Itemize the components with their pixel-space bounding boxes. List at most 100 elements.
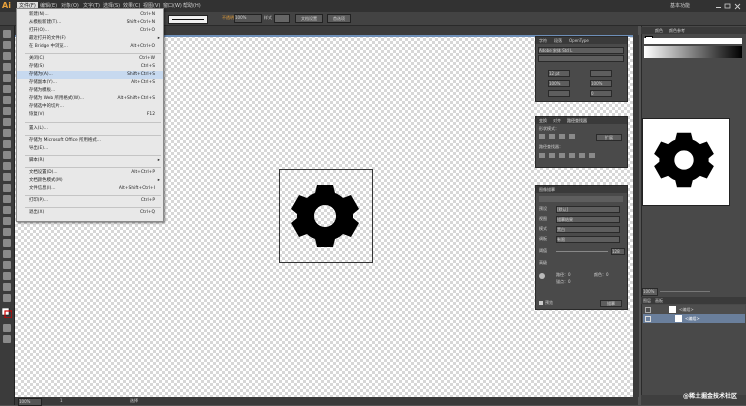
vertical-scrollbar[interactable] bbox=[633, 35, 639, 397]
eye-icon[interactable] bbox=[645, 307, 651, 313]
menu-item-save-template[interactable]: 存储为模板... bbox=[17, 87, 163, 95]
menu-item-document-color-mode[interactable]: 文档颜色模式(M) ▸ bbox=[17, 177, 163, 185]
pencil-tool-icon[interactable] bbox=[3, 129, 11, 137]
lasso-tool-icon[interactable] bbox=[3, 63, 11, 71]
workspace-switcher[interactable]: 基本功能 bbox=[670, 2, 690, 10]
expand-button[interactable]: 扩展 bbox=[596, 134, 622, 141]
horizontal-scale-field[interactable]: 100% bbox=[590, 80, 612, 87]
tab-color[interactable]: 颜色 bbox=[655, 28, 663, 33]
opacity-input[interactable]: 100% bbox=[234, 14, 262, 23]
threshold-field[interactable]: 128 bbox=[611, 248, 625, 255]
screen-mode-icon[interactable] bbox=[3, 335, 11, 343]
draw-mode-icon[interactable] bbox=[3, 324, 11, 332]
view-select[interactable]: 描摹结果 bbox=[556, 216, 620, 223]
paintbrush-tool-icon[interactable] bbox=[3, 118, 11, 126]
eye-icon[interactable] bbox=[645, 316, 651, 322]
scale-tool-icon[interactable] bbox=[3, 162, 11, 170]
menu-item-exit[interactable]: 退出(X) Ctrl+Q bbox=[17, 209, 163, 217]
horizontal-scrollbar[interactable] bbox=[15, 397, 638, 405]
artboard-tool-icon[interactable] bbox=[3, 283, 11, 291]
trim-icon[interactable] bbox=[549, 153, 555, 158]
menu-item-export[interactable]: 导出(E)... bbox=[17, 145, 163, 153]
font-size-field[interactable]: 12 pt bbox=[548, 70, 570, 77]
menu-item-save-as[interactable]: 存储为(A)... Shift+Ctrl+S bbox=[17, 71, 163, 79]
menu-item-save[interactable]: 存储(S) Ctrl+S bbox=[17, 63, 163, 71]
menu-item-scripts[interactable]: 脚本(R) ▸ bbox=[17, 157, 163, 165]
warp-tool-icon[interactable] bbox=[3, 173, 11, 181]
minus-back-icon[interactable] bbox=[589, 153, 595, 158]
advanced-toggle[interactable]: 高级 bbox=[539, 260, 547, 265]
hand-tool-icon[interactable] bbox=[3, 294, 11, 302]
perspective-grid-tool-icon[interactable] bbox=[3, 206, 11, 214]
rotate-tool-icon[interactable] bbox=[3, 151, 11, 159]
preset-select[interactable]: [默认] bbox=[556, 206, 620, 213]
menu-item-save-slices[interactable]: 存储选中的切片... bbox=[17, 103, 163, 111]
selection-tool-icon[interactable] bbox=[3, 30, 11, 38]
minus-front-icon[interactable] bbox=[549, 134, 555, 139]
leading-field[interactable] bbox=[590, 70, 612, 77]
color-spectrum-bar[interactable] bbox=[644, 46, 742, 58]
eraser-tool-icon[interactable] bbox=[3, 140, 11, 148]
tab-opentype[interactable]: OpenType bbox=[569, 38, 589, 43]
menu-item-browse-bridge[interactable]: 在 Bridge 中浏览... Alt+Ctrl+O bbox=[17, 43, 163, 51]
menu-item-open[interactable]: 打开(O)... Ctrl+O bbox=[17, 27, 163, 35]
menu-item-save-copy[interactable]: 存储副本(Y)... Alt+Ctrl+S bbox=[17, 79, 163, 87]
mode-select[interactable]: 黑白 bbox=[556, 226, 620, 233]
direct-selection-tool-icon[interactable] bbox=[3, 41, 11, 49]
line-tool-icon[interactable] bbox=[3, 96, 11, 104]
threshold-slider[interactable] bbox=[556, 251, 608, 252]
tracking-field[interactable]: 0 bbox=[590, 90, 612, 97]
trace-button[interactable]: 描摹 bbox=[600, 300, 622, 307]
menu-item-revert[interactable]: 恢复(V) F12 bbox=[17, 111, 163, 119]
document-settings-button[interactable]: 文档设置 bbox=[295, 14, 323, 23]
tab-character[interactable]: 字符 bbox=[539, 38, 547, 43]
vertical-scale-field[interactable]: 100% bbox=[548, 80, 570, 87]
tab-layers[interactable]: 图层 bbox=[643, 298, 651, 303]
font-family-field[interactable]: Adobe 宋体 Std L bbox=[538, 47, 624, 54]
gradient-tool-icon[interactable] bbox=[3, 228, 11, 236]
layer-name[interactable]: <编组> bbox=[685, 316, 700, 321]
navigator-zoom-slider[interactable] bbox=[660, 291, 710, 292]
divide-icon[interactable] bbox=[539, 153, 545, 158]
outline-icon[interactable] bbox=[579, 153, 585, 158]
unite-icon[interactable] bbox=[539, 134, 545, 139]
type-tool-icon[interactable] bbox=[3, 85, 11, 93]
menu-item-place[interactable]: 置入(L)... bbox=[17, 125, 163, 133]
kerning-field[interactable] bbox=[548, 90, 570, 97]
menu-item-close[interactable]: 关闭(C) Ctrl+W bbox=[17, 55, 163, 63]
menu-item-open-recent[interactable]: 最近打开的文件(F) ▸ bbox=[17, 35, 163, 43]
symbol-sprayer-tool-icon[interactable] bbox=[3, 261, 11, 269]
exclude-icon[interactable] bbox=[569, 134, 575, 139]
color-white-bar[interactable] bbox=[644, 38, 742, 44]
menu-item-new[interactable]: 新建(N)... Ctrl+N bbox=[17, 11, 163, 19]
shape-builder-tool-icon[interactable] bbox=[3, 195, 11, 203]
mesh-tool-icon[interactable] bbox=[3, 217, 11, 225]
trace-preset-icons[interactable] bbox=[539, 196, 623, 202]
navigator-zoom-field[interactable]: 100% bbox=[642, 288, 658, 296]
layer-name[interactable]: <编组> bbox=[679, 307, 694, 312]
menu-item-new-from-template[interactable]: 从模板新建(T)... Shift+Ctrl+N bbox=[17, 19, 163, 27]
style-dropdown[interactable] bbox=[274, 14, 290, 23]
free-transform-tool-icon[interactable] bbox=[3, 184, 11, 192]
menu-help[interactable]: 帮助(H) bbox=[183, 2, 201, 10]
tab-pathfinder[interactable]: 路径查找器 bbox=[567, 118, 587, 123]
gear-icon[interactable] bbox=[290, 183, 360, 249]
tab-align[interactable]: 对齐 bbox=[553, 118, 561, 123]
tab-artboards[interactable]: 画板 bbox=[655, 298, 663, 303]
menu-item-save-ms-office[interactable]: 存储为 Microsoft Office 所用格式... bbox=[17, 137, 163, 145]
magic-wand-tool-icon[interactable] bbox=[3, 52, 11, 60]
preview-checkbox[interactable] bbox=[539, 301, 543, 305]
eyedropper-tool-icon[interactable] bbox=[3, 239, 11, 247]
tab-color-guide[interactable]: 颜色参考 bbox=[669, 28, 685, 33]
page-number-field[interactable]: 1 bbox=[60, 398, 63, 403]
intersect-icon[interactable] bbox=[559, 134, 565, 139]
graph-tool-icon[interactable] bbox=[3, 272, 11, 280]
merge-icon[interactable] bbox=[559, 153, 565, 158]
fill-stroke-swatch-icon[interactable] bbox=[2, 308, 12, 318]
menu-item-print[interactable]: 打印(P)... Ctrl+P bbox=[17, 197, 163, 205]
font-style-field[interactable] bbox=[538, 55, 624, 62]
tab-transform[interactable]: 变换 bbox=[539, 118, 547, 123]
pen-tool-icon[interactable] bbox=[3, 74, 11, 82]
preferences-button[interactable]: 首选项 bbox=[327, 14, 351, 23]
menu-item-file-info[interactable]: 文件信息(I)... Alt+Shift+Ctrl+I bbox=[17, 185, 163, 193]
